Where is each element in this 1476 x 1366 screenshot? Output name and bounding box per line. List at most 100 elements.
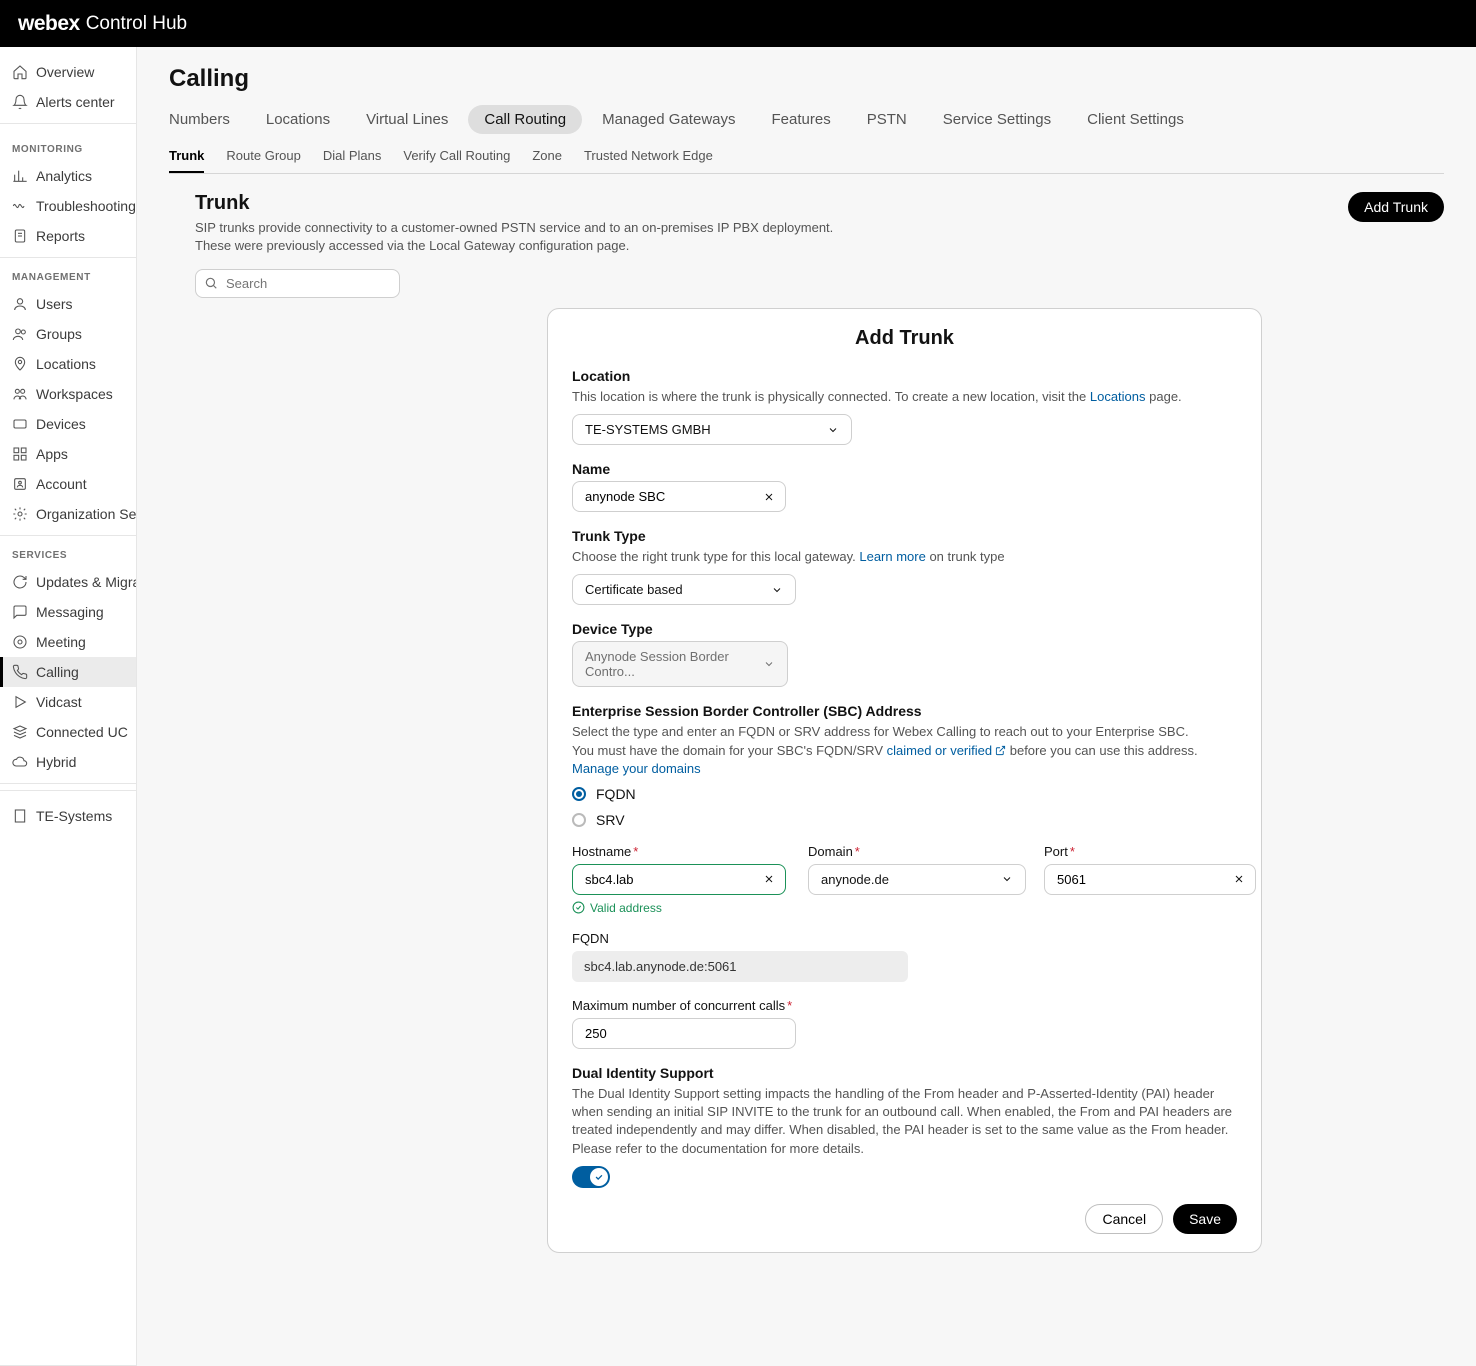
radio-srv[interactable]: SRV [572, 812, 1237, 828]
subtab-trusted-network-edge[interactable]: Trusted Network Edge [584, 148, 713, 173]
device-type-select[interactable]: Anynode Session Border Contro... [572, 641, 788, 687]
sidebar-item-label: Meeting [36, 634, 86, 650]
tab-call-routing[interactable]: Call Routing [468, 105, 582, 134]
sidebar-item-organization-set-[interactable]: Organization Set... [0, 499, 136, 529]
sidebar-item-hybrid[interactable]: Hybrid [0, 747, 136, 777]
sidebar-item-te-systems[interactable]: TE-Systems [0, 801, 136, 831]
sidebar-item-alerts-center[interactable]: Alerts center [0, 87, 136, 117]
sidebar-item-label: Overview [36, 64, 94, 80]
valid-address-text: Valid address [572, 901, 790, 915]
sidebar-item-locations[interactable]: Locations [0, 349, 136, 379]
sidebar-item-connected-uc[interactable]: Connected UC [0, 717, 136, 747]
tab-client-settings[interactable]: Client Settings [1087, 111, 1184, 128]
sidebar-item-meeting[interactable]: Meeting [0, 627, 136, 657]
name-label: Name [572, 461, 1237, 477]
dual-identity-desc: The Dual Identity Support setting impact… [572, 1085, 1237, 1158]
name-input[interactable] [572, 481, 786, 512]
sidebar-item-vidcast[interactable]: Vidcast [0, 687, 136, 717]
clear-icon[interactable] [763, 873, 775, 885]
message-icon [12, 604, 28, 620]
users-icon [12, 326, 28, 342]
hostname-input[interactable] [572, 864, 786, 895]
device-icon [12, 416, 28, 432]
account-icon [12, 476, 28, 492]
chevron-down-icon [827, 424, 839, 436]
search-field[interactable] [195, 269, 400, 298]
sidebar-header: SERVICES [0, 536, 136, 567]
sidebar-item-account[interactable]: Account [0, 469, 136, 499]
locations-link[interactable]: Locations [1090, 389, 1146, 404]
sidebar-item-label: Users [36, 296, 73, 312]
chart-icon [12, 168, 28, 184]
claimed-verified-link[interactable]: claimed or verified [887, 743, 1007, 758]
subtab-route-group[interactable]: Route Group [226, 148, 300, 173]
clear-icon[interactable] [763, 491, 775, 503]
sidebar-item-groups[interactable]: Groups [0, 319, 136, 349]
manage-domains-link[interactable]: Manage your domains [572, 761, 701, 776]
sidebar-item-messaging[interactable]: Messaging [0, 597, 136, 627]
dual-identity-toggle[interactable] [572, 1166, 610, 1188]
subtab-trunk[interactable]: Trunk [169, 148, 204, 173]
sidebar-item-devices[interactable]: Devices [0, 409, 136, 439]
brand-logo: webex [18, 12, 80, 36]
radio-fqdn[interactable]: FQDN [572, 786, 1237, 802]
search-input[interactable] [195, 269, 400, 298]
trunk-type-help: Choose the right trunk type for this loc… [572, 548, 1237, 566]
tab-features[interactable]: Features [772, 111, 831, 128]
tab-pstn[interactable]: PSTN [867, 111, 907, 128]
add-trunk-modal: Add Trunk Location This location is wher… [547, 308, 1262, 1253]
location-select[interactable]: TE-SYSTEMS GMBH [572, 414, 852, 445]
trunk-type-label: Trunk Type [572, 528, 1237, 544]
cancel-button[interactable]: Cancel [1085, 1204, 1163, 1234]
subtab-verify-call-routing[interactable]: Verify Call Routing [403, 148, 510, 173]
subtab-zone[interactable]: Zone [532, 148, 562, 173]
toggle-knob [590, 1168, 608, 1186]
trunk-type-select[interactable]: Certificate based [572, 574, 796, 605]
sidebar-item-users[interactable]: Users [0, 289, 136, 319]
port-input[interactable] [1044, 864, 1256, 895]
sidebar-item-workspaces[interactable]: Workspaces [0, 379, 136, 409]
tab-virtual-lines[interactable]: Virtual Lines [366, 111, 448, 128]
port-label: Port* [1044, 844, 1256, 859]
check-circle-icon [572, 901, 585, 914]
subtab-dial-plans[interactable]: Dial Plans [323, 148, 382, 173]
trunk-section-header: Trunk SIP trunks provide connectivity to… [169, 192, 1444, 255]
tab-service-settings[interactable]: Service Settings [943, 111, 1051, 128]
fqdn-readonly: sbc4.lab.anynode.de:5061 [572, 951, 908, 982]
sidebar-item-label: Apps [36, 446, 68, 462]
sidebar-item-apps[interactable]: Apps [0, 439, 136, 469]
sidebar-item-label: Connected UC [36, 724, 128, 740]
clear-icon[interactable] [1233, 873, 1245, 885]
sidebar-item-label: Groups [36, 326, 82, 342]
sidebar-item-label: Alerts center [36, 94, 115, 110]
domain-label: Domain* [808, 844, 1026, 859]
learn-more-link[interactable]: Learn more [859, 549, 925, 564]
doc-icon [12, 228, 28, 244]
add-trunk-button[interactable]: Add Trunk [1348, 192, 1444, 222]
dual-identity-label: Dual Identity Support [572, 1065, 1237, 1081]
sbc-help: Select the type and enter an FQDN or SRV… [572, 723, 1237, 778]
sidebar-item-analytics[interactable]: Analytics [0, 161, 136, 191]
tab-numbers[interactable]: Numbers [169, 111, 230, 128]
secondary-tabs: Trunk Route Group Dial Plans Verify Call Ro… [169, 142, 1444, 174]
pin-icon [12, 356, 28, 372]
sidebar-item-overview[interactable]: Overview [0, 57, 136, 87]
sidebar-item-updates-migra-[interactable]: Updates & Migra... [0, 567, 136, 597]
chevron-down-icon [1001, 873, 1013, 885]
sidebar-item-label: Devices [36, 416, 86, 432]
save-button[interactable]: Save [1173, 1204, 1237, 1234]
refresh-icon [12, 574, 28, 590]
device-type-label: Device Type [572, 621, 1237, 637]
sidebar-item-reports[interactable]: Reports [0, 221, 136, 251]
tab-managed-gateways[interactable]: Managed Gateways [602, 111, 735, 128]
tab-locations[interactable]: Locations [266, 111, 330, 128]
sidebar-item-label: Analytics [36, 168, 92, 184]
sidebar-item-label: Vidcast [36, 694, 82, 710]
primary-tabs: Numbers Locations Virtual Lines Call Routin… [169, 107, 1444, 142]
radio-unselected-icon [572, 813, 586, 827]
sidebar-item-troubleshooting[interactable]: Troubleshooting [0, 191, 136, 221]
max-calls-input[interactable] [572, 1018, 796, 1049]
search-icon [204, 276, 218, 290]
sidebar-item-calling[interactable]: Calling [0, 657, 136, 687]
domain-select[interactable]: anynode.de [808, 864, 1026, 895]
